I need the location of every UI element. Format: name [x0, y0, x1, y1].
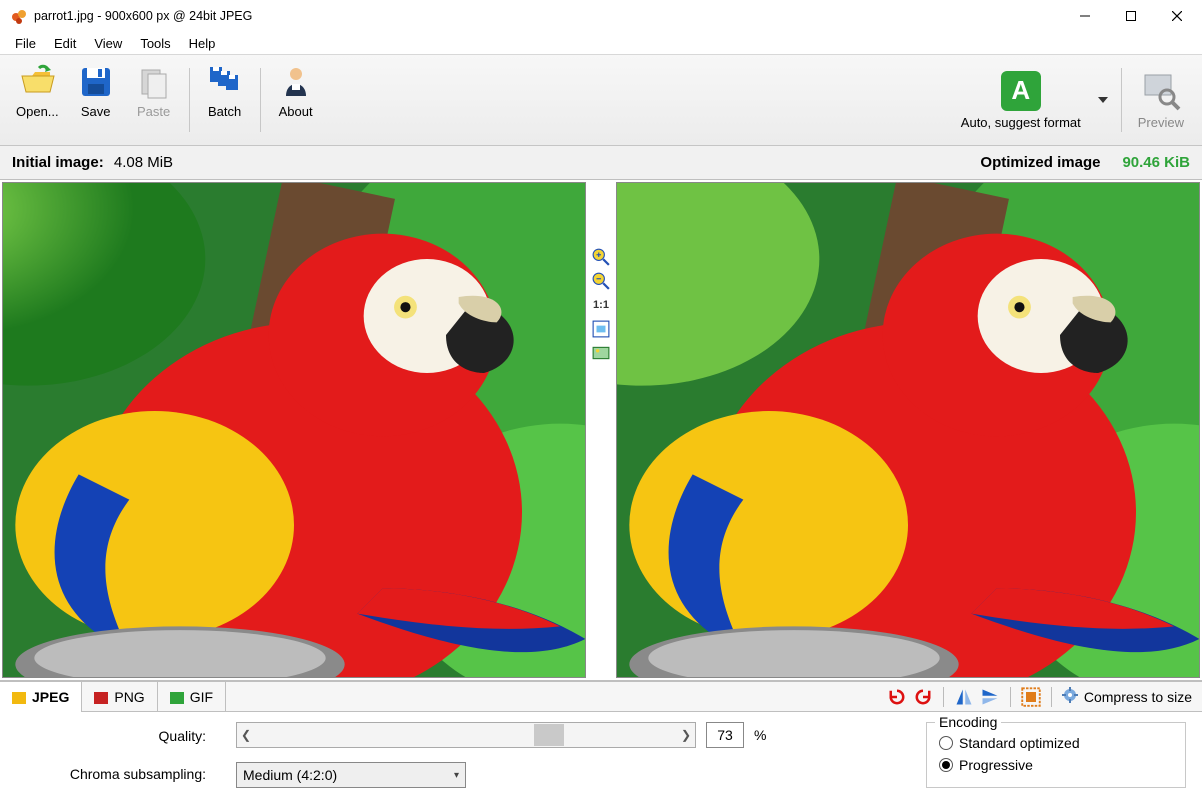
paste-button: Paste	[125, 60, 183, 140]
toolbar-sep-2	[260, 68, 261, 132]
tab-jpeg[interactable]: JPEG	[0, 682, 82, 711]
rotate-cw-icon[interactable]	[913, 687, 933, 707]
initial-image-pane[interactable]	[2, 182, 586, 678]
chroma-label: Chroma subsampling:	[70, 766, 206, 782]
about-button[interactable]: About	[267, 60, 325, 140]
menu-edit[interactable]: Edit	[46, 34, 84, 53]
gear-icon	[1062, 687, 1078, 706]
maximize-button[interactable]	[1108, 1, 1154, 31]
zoom-in-icon[interactable]	[592, 248, 610, 266]
initial-image	[3, 183, 585, 677]
app-icon	[10, 7, 28, 25]
preview-button: Preview	[1128, 67, 1194, 134]
save-icon	[78, 64, 114, 100]
radio-icon	[939, 736, 953, 750]
compare-area: 1:1	[0, 180, 1202, 680]
radio-icon	[939, 758, 953, 772]
zoom-out-icon[interactable]	[592, 272, 610, 290]
toolbar: Open... Save Paste Batch About A Auto, s…	[0, 54, 1202, 146]
auto-label: Auto, suggest format	[961, 115, 1081, 130]
radio-standard-optimized[interactable]: Standard optimized	[939, 735, 1173, 751]
slider-increase-icon[interactable]: ❯	[677, 728, 695, 742]
optimized-image-size: 90.46 KiB	[1122, 154, 1190, 171]
zoom-actual-button[interactable]: 1:1	[592, 296, 610, 314]
chroma-dropdown[interactable]: Medium (4:2:0) ▾	[236, 762, 466, 788]
png-icon	[94, 691, 108, 703]
encoding-legend: Encoding	[935, 714, 1001, 730]
open-label: Open...	[16, 104, 59, 119]
compress-to-size-label: Compress to size	[1084, 689, 1192, 705]
jpeg-icon	[12, 691, 26, 703]
tab-png[interactable]: PNG	[82, 682, 157, 711]
quality-slider[interactable]: ❮ ❯	[236, 722, 696, 748]
save-button[interactable]: Save	[67, 60, 125, 140]
chroma-value: Medium (4:2:0)	[243, 767, 337, 783]
size-info-strip: Initial image: 4.08 MiB Optimized image …	[0, 146, 1202, 180]
batch-button[interactable]: Batch	[196, 60, 254, 140]
optimized-image-label: Optimized image	[980, 154, 1100, 171]
gif-icon	[170, 691, 184, 703]
resize-icon[interactable]	[1021, 687, 1041, 707]
preview-label: Preview	[1138, 115, 1184, 130]
about-icon	[278, 64, 314, 100]
tools-sep-1	[943, 687, 944, 707]
paste-icon	[136, 64, 172, 100]
menu-bar: File Edit View Tools Help	[0, 32, 1202, 54]
titlebar: parrot1.jpg - 900x600 px @ 24bit JPEG	[0, 0, 1202, 32]
radio-progressive[interactable]: Progressive	[939, 757, 1173, 773]
tab-gif-label: GIF	[190, 689, 213, 705]
initial-image-label: Initial image:	[12, 154, 104, 171]
slider-thumb[interactable]	[534, 724, 564, 746]
tab-gif[interactable]: GIF	[158, 682, 226, 711]
batch-label: Batch	[208, 104, 241, 119]
compress-to-size-button[interactable]: Compress to size	[1062, 687, 1192, 706]
minimize-button[interactable]	[1062, 1, 1108, 31]
slider-decrease-icon[interactable]: ❮	[237, 728, 255, 742]
chevron-down-icon: ▾	[454, 770, 459, 781]
quality-label: Quality:	[159, 728, 206, 744]
toolbar-sep-3	[1121, 68, 1122, 132]
close-button[interactable]	[1154, 1, 1200, 31]
batch-icon	[207, 64, 243, 100]
menu-file[interactable]: File	[7, 34, 44, 53]
fit-image-icon[interactable]	[592, 344, 610, 362]
menu-help[interactable]: Help	[181, 34, 224, 53]
flip-vertical-icon[interactable]	[980, 687, 1000, 707]
menu-tools[interactable]: Tools	[132, 34, 178, 53]
menu-view[interactable]: View	[86, 34, 130, 53]
auto-icon: A	[1001, 71, 1041, 111]
tab-jpeg-label: JPEG	[32, 689, 69, 705]
save-label: Save	[81, 104, 111, 119]
flip-horizontal-icon[interactable]	[954, 687, 974, 707]
quality-percent: %	[754, 727, 766, 743]
quality-input[interactable]	[706, 722, 744, 748]
preview-icon	[1141, 71, 1181, 111]
radio-progressive-label: Progressive	[959, 757, 1033, 773]
tab-png-label: PNG	[114, 689, 144, 705]
fit-window-icon[interactable]	[592, 320, 610, 338]
format-tabs-row: JPEG PNG GIF Compress to size	[0, 680, 1202, 712]
tools-sep-3	[1051, 687, 1052, 707]
window-title: parrot1.jpg - 900x600 px @ 24bit JPEG	[34, 9, 1062, 23]
radio-standard-label: Standard optimized	[959, 735, 1080, 751]
open-button[interactable]: Open...	[8, 60, 67, 140]
optimized-image	[617, 183, 1199, 677]
paste-label: Paste	[137, 104, 170, 119]
auto-format-button[interactable]: A Auto, suggest format	[951, 67, 1091, 134]
about-label: About	[279, 104, 313, 119]
folder-open-icon	[19, 64, 55, 100]
pane-controls: 1:1	[588, 180, 614, 680]
encoding-group: Encoding Standard optimized Progressive	[926, 722, 1186, 788]
tools-sep-2	[1010, 687, 1011, 707]
optimized-image-pane[interactable]	[616, 182, 1200, 678]
auto-dropdown[interactable]	[1091, 83, 1115, 117]
rotate-ccw-icon[interactable]	[887, 687, 907, 707]
jpeg-settings: Quality: Chroma subsampling: ❮ ❯ % Mediu…	[0, 712, 1202, 792]
toolbar-sep-1	[189, 68, 190, 132]
initial-image-size: 4.08 MiB	[114, 154, 173, 171]
